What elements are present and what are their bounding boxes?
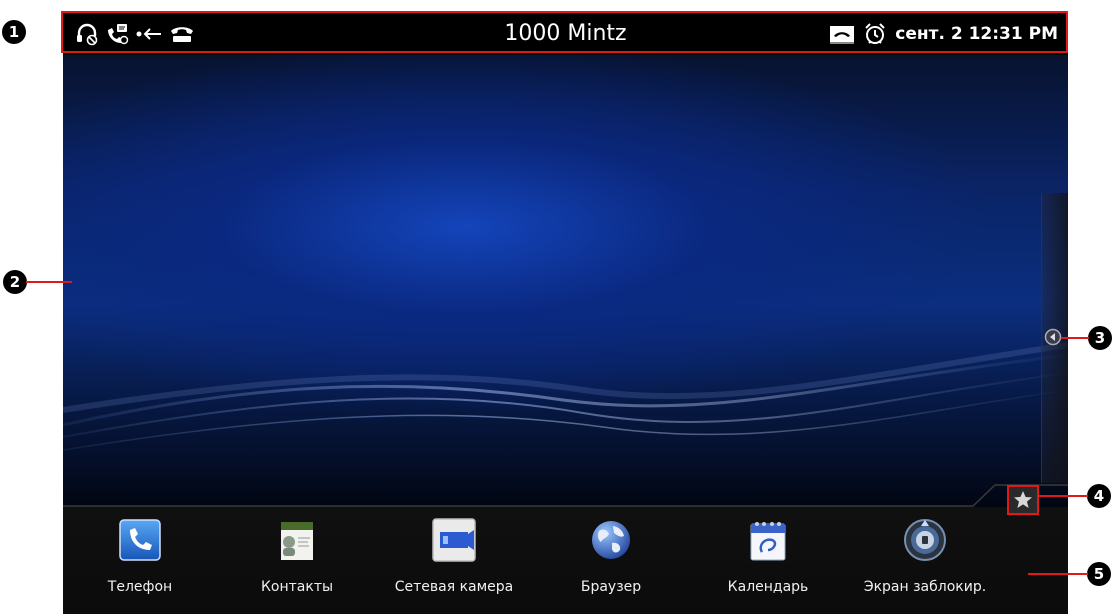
network-camera-icon: [432, 518, 476, 562]
status-bar[interactable]: 1000 Mintz сент. 2 12:31 PM: [63, 13, 1068, 55]
globe-icon: [592, 521, 630, 559]
alarm-clock-icon: [865, 23, 885, 44]
callout-3-leader: [1061, 337, 1089, 339]
phone-icon: [119, 519, 161, 561]
callout-5: 5: [1087, 562, 1111, 586]
dock-label: Телефон: [107, 579, 173, 595]
dock-item-phone[interactable]: Телефон: [70, 516, 210, 595]
contacts-icon: [281, 522, 313, 560]
dock-label: Календарь: [727, 579, 809, 595]
dock-item-network-camera[interactable]: Сетевая камера: [384, 516, 524, 595]
dock-item-contacts[interactable]: Контакты: [227, 516, 367, 595]
android-home-screen: 1000 Mintz сент. 2 12:31 PM Телефон Конт…: [63, 13, 1068, 614]
dock-item-browser[interactable]: Браузер: [541, 516, 681, 595]
favorites-button[interactable]: [1007, 485, 1039, 515]
callout-5-leader: [1028, 573, 1088, 575]
dock-label: Экран заблокир.: [863, 579, 987, 595]
callout-3: 3: [1088, 326, 1112, 350]
callout-4-leader: [1039, 495, 1088, 497]
left-arrow-circle-icon[interactable]: [1044, 328, 1062, 346]
callout-2: 2: [3, 270, 27, 294]
dock-item-calendar[interactable]: Календарь: [698, 516, 838, 595]
dock-label: Браузер: [580, 579, 642, 595]
dock-label: Контакты: [260, 579, 334, 595]
wallpaper: [63, 55, 1068, 507]
dock-label: Сетевая камера: [394, 579, 514, 595]
status-right-icons: сент. 2 12:31 PM: [829, 21, 1058, 47]
callout-1: 1: [2, 20, 26, 44]
calendar-icon: [750, 522, 786, 561]
callout-4: 4: [1087, 484, 1111, 508]
star-icon: [1014, 491, 1032, 508]
screen-lock-icon: [904, 519, 946, 561]
callout-2-leader: [26, 281, 72, 283]
status-datetime: сент. 2 12:31 PM: [895, 24, 1058, 44]
dock-item-screen-lock[interactable]: Экран заблокир.: [855, 516, 995, 595]
phone-hangup-icon: [830, 26, 855, 44]
